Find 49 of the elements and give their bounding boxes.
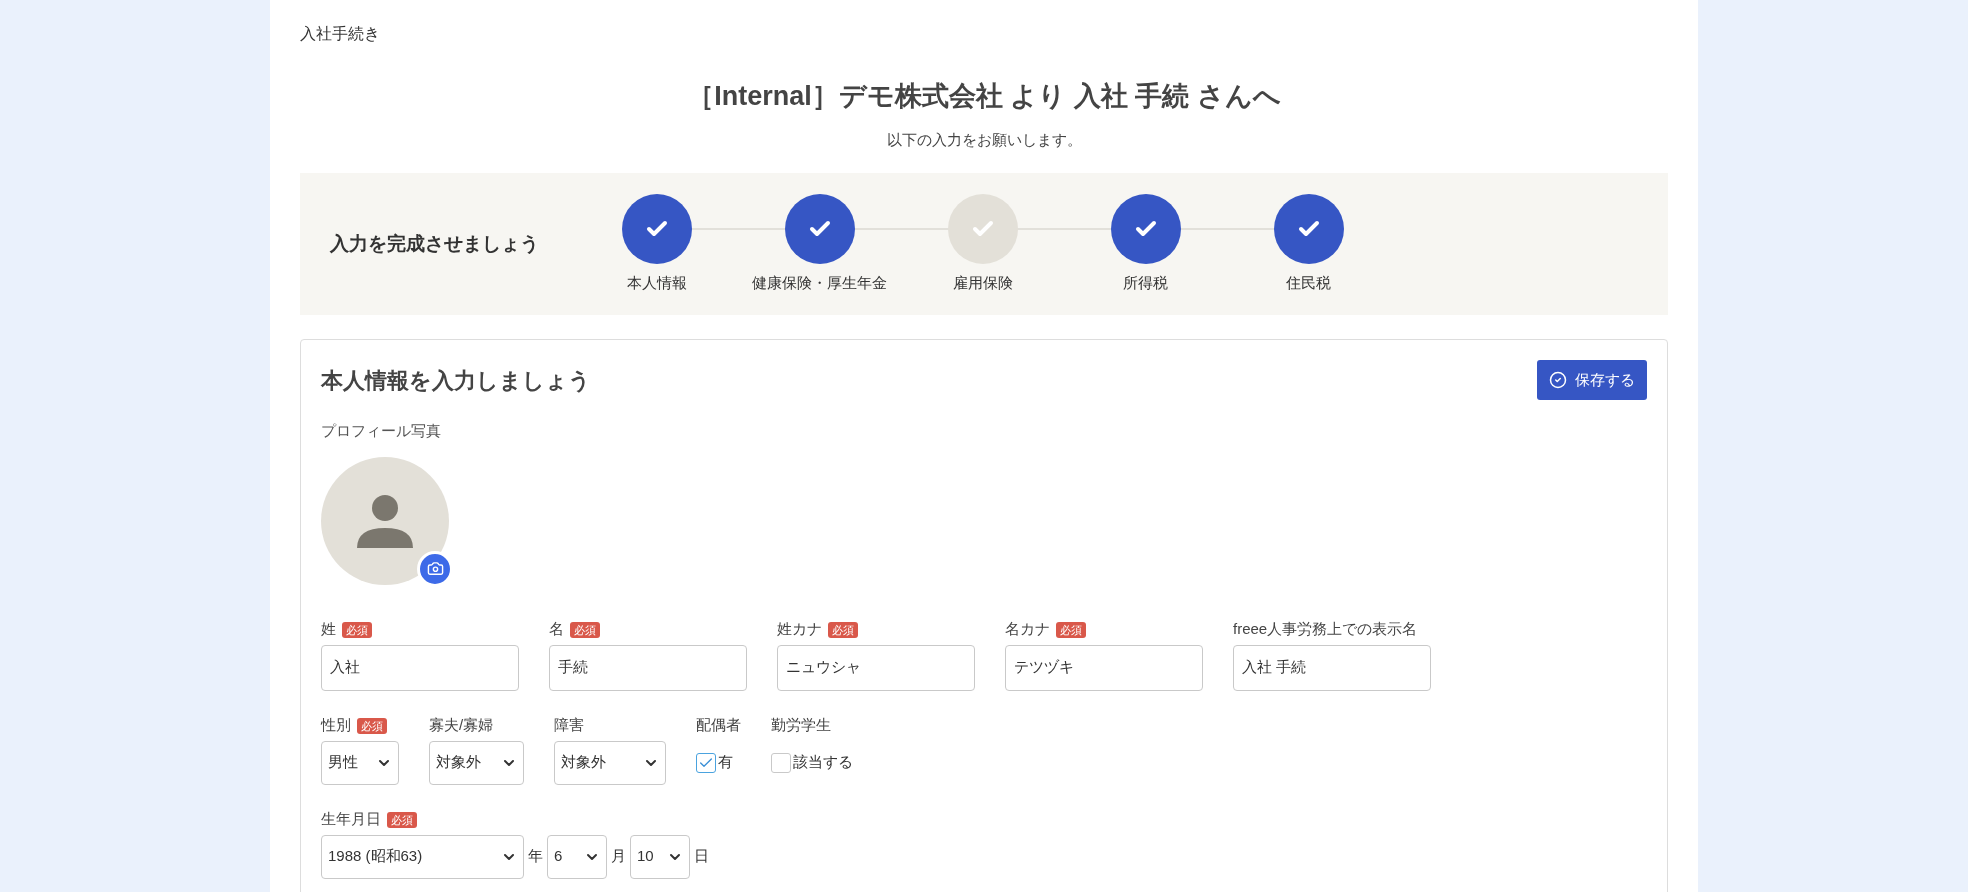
field-label: 配偶者: [696, 715, 741, 736]
step-label: 雇用保険: [952, 272, 1013, 293]
field-label: 障害: [554, 715, 584, 736]
text-field[interactable]: 入社 手続: [1233, 644, 1431, 691]
page-title: ［Internal］デモ株式会社 より 入社 手続 さんへ: [686, 80, 1282, 113]
checkbox[interactable]: [696, 752, 716, 773]
date-unit: 年: [528, 846, 543, 867]
select-field[interactable]: 対象外: [429, 740, 524, 785]
date-unit: 月: [611, 846, 626, 867]
page-subtitle: 以下の入力をお願いします。: [885, 129, 1083, 150]
step-label: 住民税: [1286, 272, 1331, 293]
camera-icon: [426, 560, 444, 577]
checkbox[interactable]: [771, 752, 791, 773]
select-field[interactable]: 10: [630, 834, 690, 879]
text-field[interactable]: ニュウシャ: [777, 644, 975, 691]
breadcrumb: 入社手続き: [300, 24, 381, 44]
field-label: 姓カナ: [777, 619, 822, 640]
checkbox-label: 該当する: [793, 752, 853, 773]
field-label: 性別: [321, 715, 351, 736]
field-label: 名: [549, 619, 564, 640]
step-label: 本人情報: [626, 272, 687, 293]
select-field[interactable]: 1988 (昭和63): [321, 834, 524, 879]
photo-label: プロフィール写真: [321, 421, 442, 441]
progress-heading: 入力を完成させましょう: [330, 231, 540, 256]
select-field[interactable]: 6: [547, 834, 607, 879]
text-field[interactable]: テツヅキ: [1005, 644, 1203, 691]
field-label: 生年月日: [321, 809, 381, 830]
required-badge: 必須: [828, 621, 858, 638]
check-circle-icon: [1549, 371, 1567, 389]
checkbox-label: 有: [718, 752, 733, 773]
required-badge: 必須: [570, 621, 600, 638]
field-label: 姓: [321, 619, 336, 640]
field-label: 勤労学生: [771, 715, 831, 736]
required-badge: 必須: [1056, 621, 1086, 638]
field-label: freee人事労務上での表示名: [1233, 619, 1418, 640]
save-button[interactable]: 保存する: [1537, 360, 1647, 400]
required-badge: 必須: [342, 621, 372, 638]
step-label: 健康保険・厚生年金: [752, 272, 887, 293]
date-unit: 日: [694, 846, 709, 867]
field-label: 寡夫/寡婦: [429, 715, 494, 736]
text-field[interactable]: 入社: [321, 644, 519, 691]
form-heading: 本人情報を入力しましょう: [321, 366, 591, 395]
field-label: 名カナ: [1005, 619, 1050, 640]
step-label: 所得税: [1123, 272, 1168, 293]
select-field[interactable]: 男性: [321, 740, 399, 785]
required-badge: 必須: [357, 717, 387, 734]
text-field[interactable]: 手続: [549, 644, 747, 691]
select-field[interactable]: 対象外: [554, 740, 666, 785]
required-badge: 必須: [387, 811, 417, 828]
